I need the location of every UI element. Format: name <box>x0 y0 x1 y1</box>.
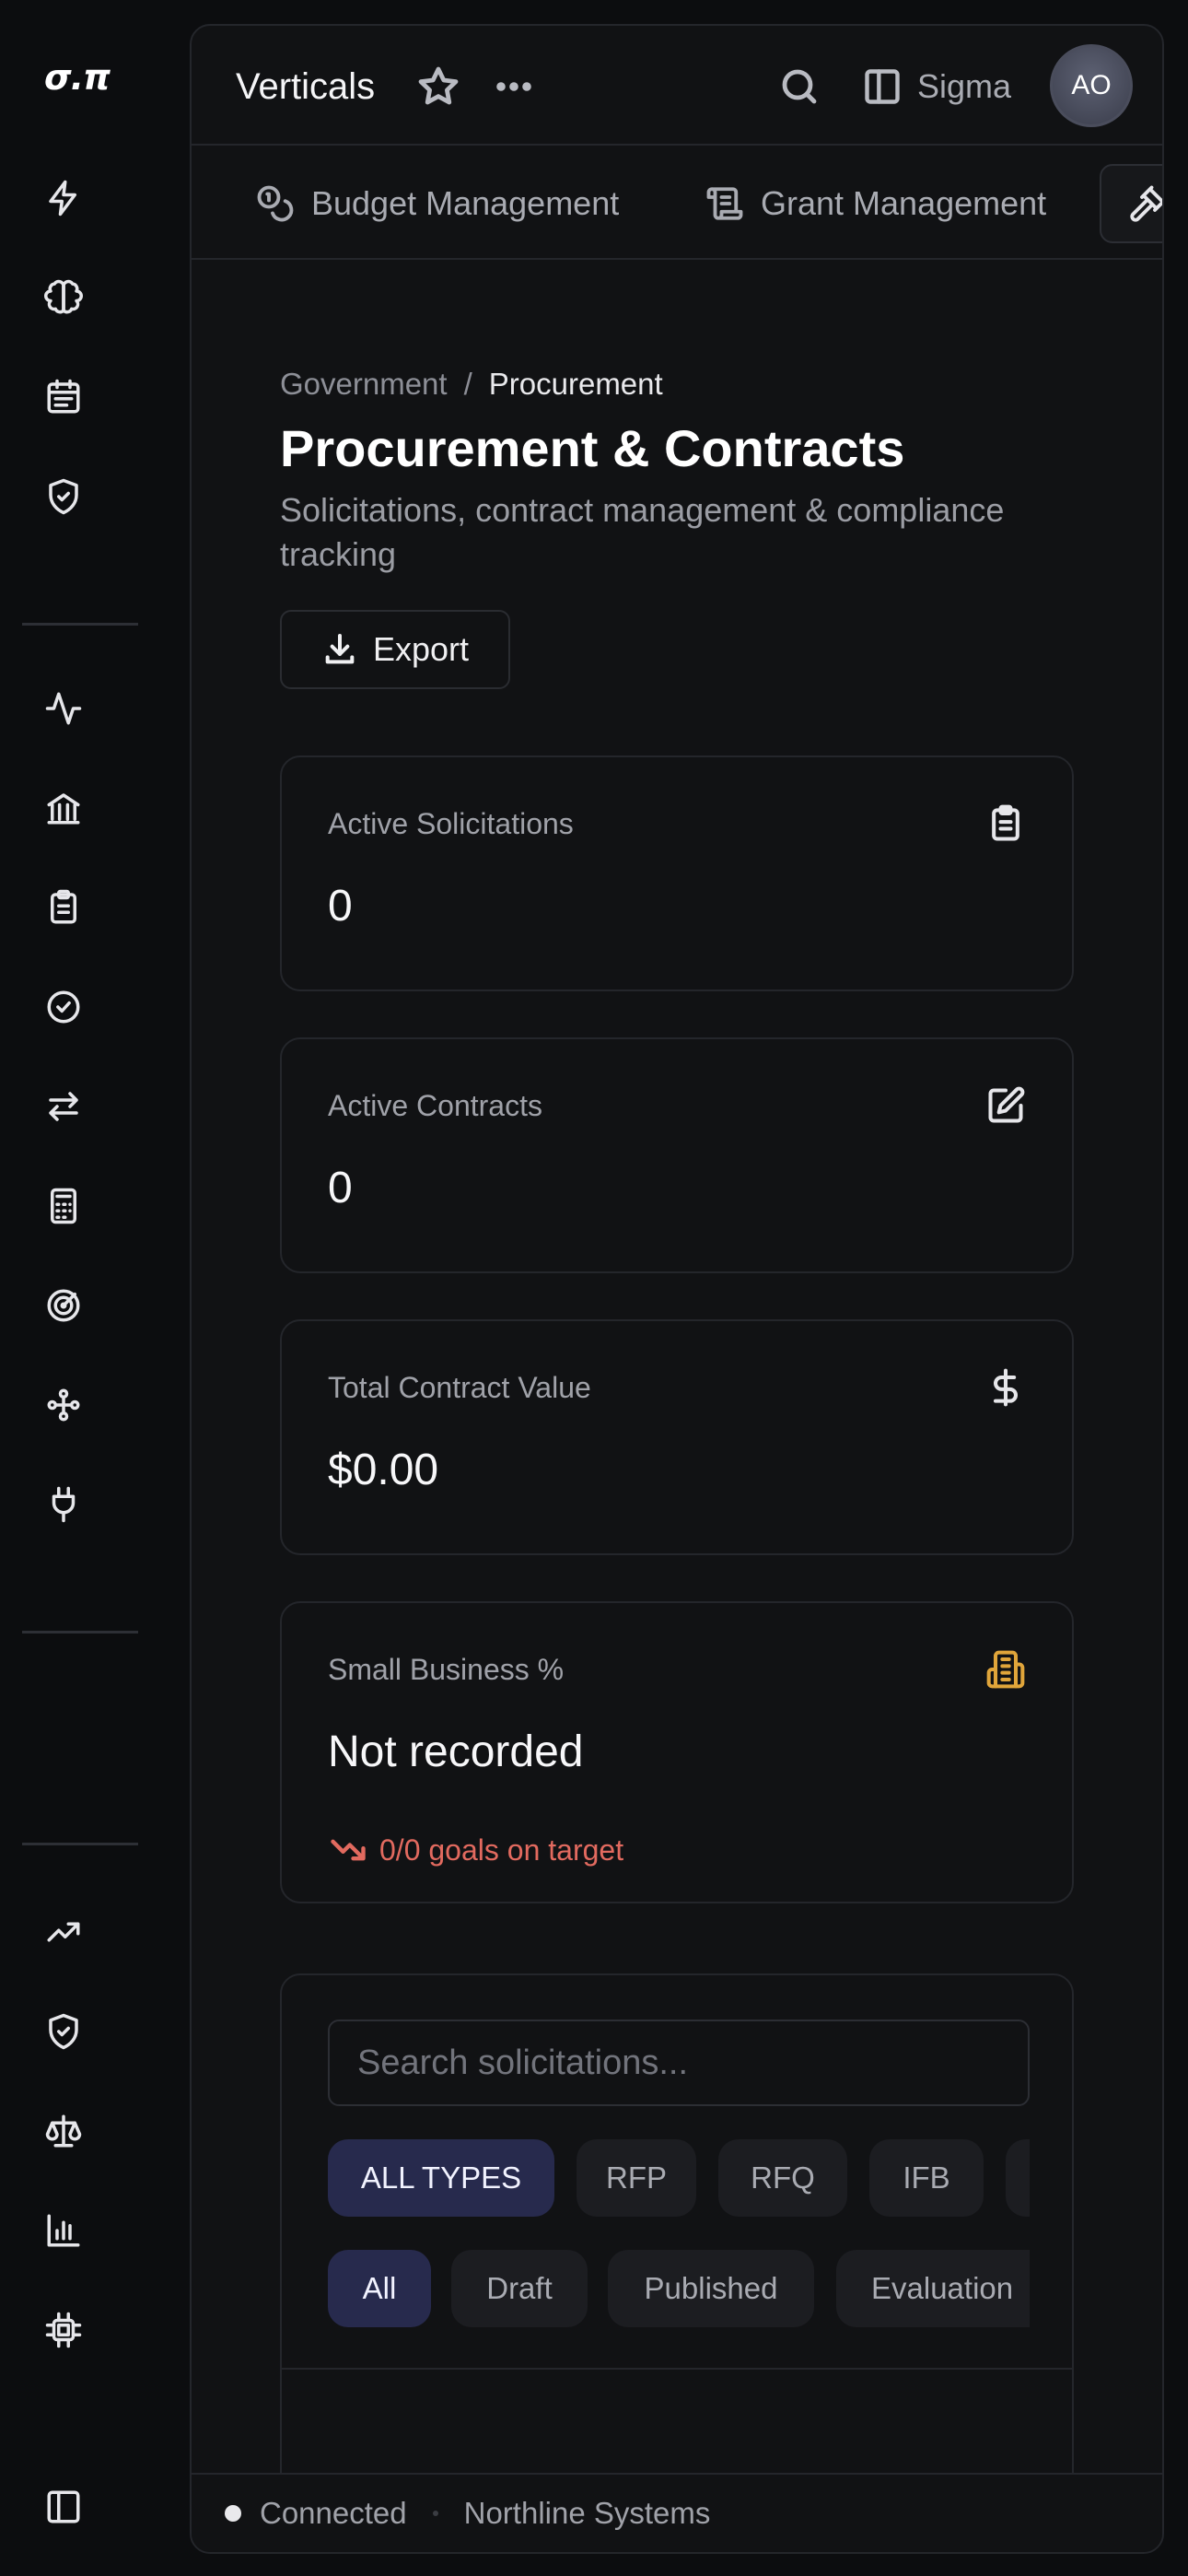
status-separator <box>432 2511 438 2516</box>
organization-name: Northline Systems <box>463 2496 711 2530</box>
edit-icon <box>985 1085 1026 1126</box>
star-icon[interactable] <box>416 64 460 109</box>
stat-card-active-solicitations: Active Solicitations 0 <box>280 755 1074 991</box>
connection-status-dot <box>225 2505 241 2522</box>
top-bar: Verticals Sigma AO <box>192 26 1162 146</box>
export-button[interactable]: Export <box>280 610 510 689</box>
status-filter-row: All Draft Published Evaluation <box>328 2250 1030 2331</box>
sidebar-button-label: Sigma <box>917 67 1012 105</box>
gavel-icon <box>1130 185 1162 222</box>
search-icon[interactable] <box>777 64 821 109</box>
stat-card-total-contract-value: Total Contract Value $0.00 <box>280 1319 1074 1555</box>
tab-procurement[interactable] <box>1100 164 1162 243</box>
dollar-icon <box>985 1367 1026 1408</box>
brain-icon[interactable] <box>42 276 85 319</box>
chip-rfp[interactable]: RFP <box>577 2139 696 2217</box>
breadcrumb-separator: / <box>463 367 472 401</box>
sigma-sidebar-button[interactable]: Sigma <box>862 59 1011 114</box>
stat-value: 0 <box>328 882 353 931</box>
trend-text: 0/0 goals on target <box>379 1832 624 1867</box>
stat-value: Not recorded <box>328 1727 584 1776</box>
coins-icon <box>257 185 294 222</box>
more-options-icon[interactable] <box>492 64 536 109</box>
page-title: Procurement & Contracts <box>280 419 905 477</box>
stat-value: $0.00 <box>328 1446 439 1494</box>
workflow-icon[interactable] <box>42 1384 85 1426</box>
chip-status-published[interactable]: Published <box>608 2250 814 2327</box>
badge-check-icon[interactable] <box>42 986 85 1028</box>
transfer-icon[interactable] <box>42 1085 85 1128</box>
breadcrumb-current[interactable]: Procurement <box>489 367 663 401</box>
sidebar-panel-icon <box>865 69 900 104</box>
activity-icon[interactable] <box>42 687 85 730</box>
breadcrumb: Government / Procurement <box>280 367 663 402</box>
calendar-list-icon[interactable] <box>42 376 85 418</box>
trending-down-icon <box>331 1839 366 1861</box>
filter-divider <box>282 2368 1072 2370</box>
chip-more-types[interactable] <box>1006 2139 1030 2217</box>
trending-up-icon[interactable] <box>42 1911 85 1953</box>
rail-divider <box>22 623 138 626</box>
panel-toggle-icon[interactable] <box>42 2486 85 2528</box>
stat-label: Active Solicitations <box>328 807 574 840</box>
calculator-icon[interactable] <box>42 1185 85 1227</box>
type-filter-row: ALL TYPES RFP RFQ IFB <box>328 2139 1030 2220</box>
download-icon <box>325 634 355 664</box>
page-subtitle: Solicitations, contract management & com… <box>280 491 1005 573</box>
bar-chart-icon[interactable] <box>42 2209 85 2252</box>
scale-icon[interactable] <box>42 2110 85 2152</box>
tab-label: Budget Management <box>311 184 620 222</box>
rail-divider <box>22 1843 138 1845</box>
shield-check-icon[interactable] <box>42 475 85 518</box>
stat-label: Small Business % <box>328 1653 565 1686</box>
rail-divider <box>22 1631 138 1633</box>
chip-all-types[interactable]: ALL TYPES <box>328 2139 554 2217</box>
target-icon[interactable] <box>42 1284 85 1327</box>
plug-icon[interactable] <box>42 1483 85 1526</box>
workspace-title: Verticals <box>236 66 376 107</box>
stat-card-active-contracts: Active Contracts 0 <box>280 1037 1074 1273</box>
user-avatar[interactable]: AO <box>1050 44 1133 127</box>
chip-status-evaluation[interactable]: Evaluation <box>836 2250 1030 2327</box>
export-button-label: Export <box>372 630 470 668</box>
stat-label: Total Contract Value <box>328 1371 591 1404</box>
main-panel: Verticals Sigma AO Budget Management Gra… <box>190 24 1164 2554</box>
chip-status-draft[interactable]: Draft <box>451 2250 588 2327</box>
building-icon <box>985 1649 1026 1690</box>
scroll-icon <box>706 187 743 220</box>
chip-status-all[interactable]: All <box>328 2250 431 2327</box>
connection-status: Connected <box>260 2496 407 2530</box>
shield-check-icon[interactable] <box>42 2010 85 2053</box>
search-solicitations-input[interactable] <box>328 2020 1030 2106</box>
breadcrumb-parent[interactable]: Government <box>280 367 448 401</box>
left-rail: σ.π <box>0 0 184 2576</box>
stat-card-small-business: Small Business % Not recorded 0/0 goals … <box>280 1601 1074 1903</box>
stat-label: Active Contracts <box>328 1089 542 1122</box>
tab-label: Grant Management <box>761 184 1047 222</box>
tab-budget-management[interactable]: Budget Management <box>256 171 619 236</box>
tab-grant-management[interactable]: Grant Management <box>705 171 1046 236</box>
vertical-tabs: Budget Management Grant Management <box>192 146 1162 260</box>
cpu-icon[interactable] <box>42 2309 85 2351</box>
chip-rfq[interactable]: RFQ <box>718 2139 847 2217</box>
solicitations-filter-card: ALL TYPES RFP RFQ IFB All Draft Publishe… <box>280 1973 1074 2552</box>
stat-value: 0 <box>328 1164 353 1212</box>
stat-trend: 0/0 goals on target <box>328 1830 623 1870</box>
lightning-icon[interactable] <box>42 177 85 219</box>
clipboard-icon <box>985 803 1026 844</box>
bank-icon[interactable] <box>42 787 85 829</box>
app-logo[interactable]: σ.π <box>44 57 111 98</box>
chip-ifb[interactable]: IFB <box>869 2139 984 2217</box>
status-bar: Connected Northline Systems <box>192 2473 1162 2552</box>
clipboard-list-icon[interactable] <box>42 886 85 929</box>
